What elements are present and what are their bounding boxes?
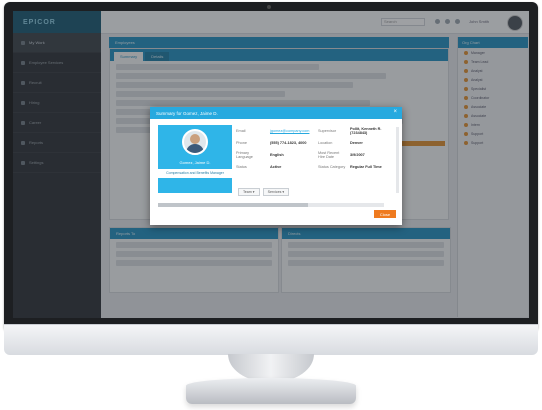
field-label: Supervisor: [318, 129, 337, 133]
employee-name: Gomez, Jaime D.: [179, 160, 211, 165]
close-icon[interactable]: ×: [393, 109, 397, 115]
monitor-base: [186, 378, 356, 404]
employee-details: Email jgomez@company.com Supervisor Poll…: [236, 125, 392, 195]
employee-summary-dialog: Summary for Gomez, Jaime D. × Gomez, Jai…: [150, 107, 402, 225]
scrollbar-thumb[interactable]: [158, 203, 308, 207]
field-label: Status Category: [318, 165, 346, 169]
screen: EPICOR My Work Employee Services Recruit…: [13, 11, 529, 318]
employee-photo: [182, 129, 208, 155]
location-value: Denver: [350, 141, 363, 145]
field-label: Phone: [236, 141, 247, 145]
camera-dot: [267, 5, 271, 9]
vertical-scrollbar[interactable]: [396, 127, 399, 193]
photo-head: [190, 134, 200, 144]
dialog-title: Summary for Gomez, Jaime D.: [156, 110, 218, 116]
dialog-actions: Team ▾ Services ▾: [238, 188, 290, 196]
services-dropdown-button[interactable]: Services ▾: [262, 188, 290, 196]
language-value: English: [270, 153, 284, 157]
dialog-header: Summary for Gomez, Jaime D. ×: [150, 107, 402, 119]
monitor-chin: [4, 324, 538, 355]
hire-date-value: 3/9/2007: [350, 153, 365, 157]
close-button[interactable]: Close: [374, 210, 396, 218]
phone-value: (555) 774-1823, 4000: [270, 141, 307, 145]
field-label: Most Recent Hire Date: [318, 151, 340, 159]
field-label: Location: [318, 141, 333, 145]
field-label: Primary Language: [236, 151, 253, 159]
photo-body: [186, 144, 204, 153]
email-link[interactable]: jgomez@company.com: [270, 129, 314, 133]
field-label: Email: [236, 129, 246, 133]
status-value: Active: [270, 165, 282, 169]
supervisor-value: Pollit, Kenneth R. (7234843): [350, 127, 382, 135]
field-label: Status: [236, 165, 247, 169]
profile-card: Gomez, Jaime D. Compensation and Benefit…: [158, 125, 232, 193]
status-category-value: Regular Full Time: [350, 165, 382, 169]
horizontal-scrollbar[interactable]: [158, 203, 384, 207]
team-dropdown-button[interactable]: Team ▾: [238, 188, 260, 196]
employee-role: Compensation and Benefits Manager: [158, 169, 232, 178]
